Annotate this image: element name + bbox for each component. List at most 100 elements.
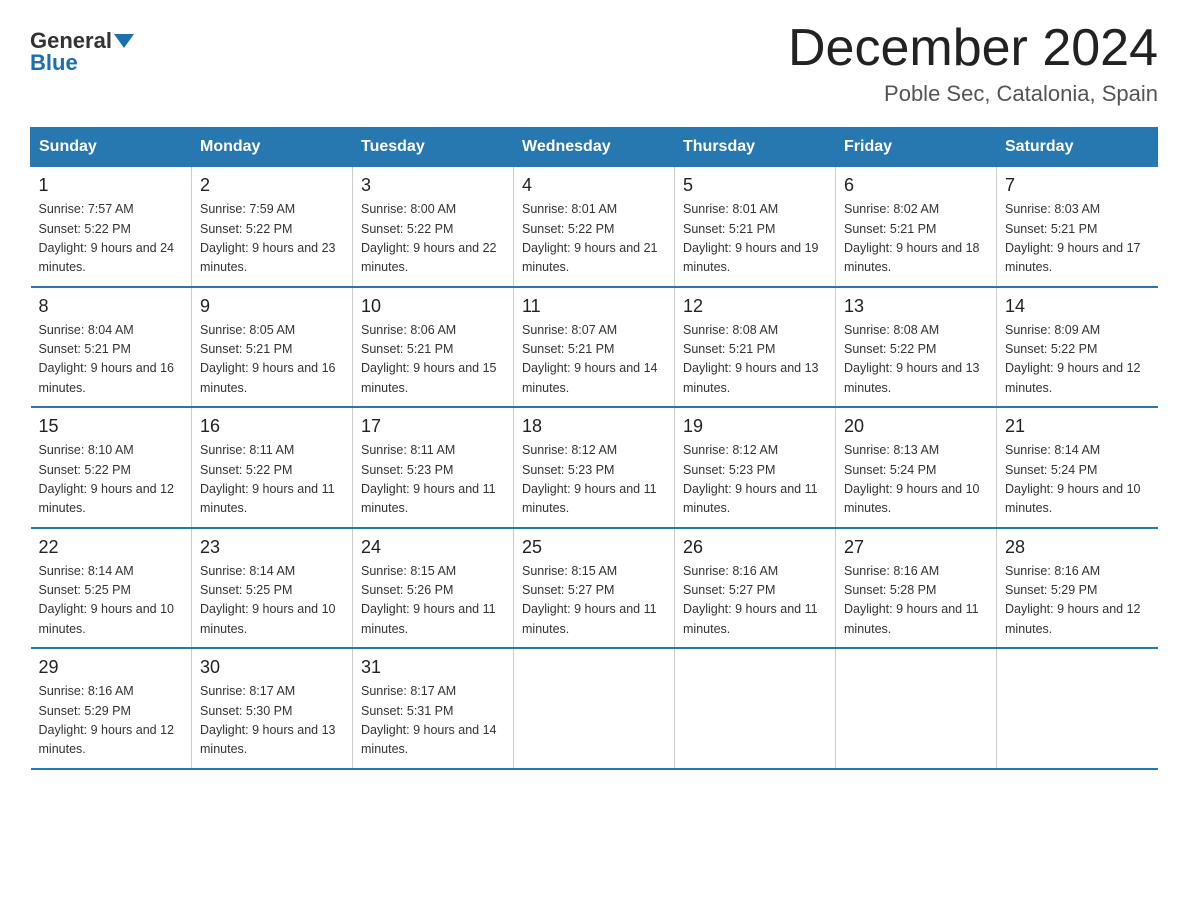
day-number: 8	[39, 296, 184, 317]
calendar-week-row: 15 Sunrise: 8:10 AMSunset: 5:22 PMDaylig…	[31, 407, 1158, 528]
day-info: Sunrise: 8:12 AMSunset: 5:23 PMDaylight:…	[683, 441, 827, 519]
table-row: 24 Sunrise: 8:15 AMSunset: 5:26 PMDaylig…	[353, 528, 514, 649]
month-title: December 2024	[788, 20, 1158, 77]
day-info: Sunrise: 8:16 AMSunset: 5:28 PMDaylight:…	[844, 562, 988, 640]
header: General Blue December 2024 Poble Sec, Ca…	[30, 20, 1158, 107]
table-row: 1 Sunrise: 7:57 AMSunset: 5:22 PMDayligh…	[31, 167, 192, 287]
calendar-table: Sunday Monday Tuesday Wednesday Thursday…	[30, 127, 1158, 770]
logo-general: General	[30, 30, 112, 52]
day-info: Sunrise: 8:15 AMSunset: 5:26 PMDaylight:…	[361, 562, 505, 640]
day-info: Sunrise: 8:14 AMSunset: 5:24 PMDaylight:…	[1005, 441, 1150, 519]
table-row: 7 Sunrise: 8:03 AMSunset: 5:21 PMDayligh…	[997, 167, 1158, 287]
day-info: Sunrise: 8:16 AMSunset: 5:29 PMDaylight:…	[1005, 562, 1150, 640]
day-number: 14	[1005, 296, 1150, 317]
day-info: Sunrise: 8:08 AMSunset: 5:22 PMDaylight:…	[844, 321, 988, 399]
day-info: Sunrise: 8:01 AMSunset: 5:21 PMDaylight:…	[683, 200, 827, 278]
table-row: 27 Sunrise: 8:16 AMSunset: 5:28 PMDaylig…	[836, 528, 997, 649]
day-number: 9	[200, 296, 344, 317]
table-row: 4 Sunrise: 8:01 AMSunset: 5:22 PMDayligh…	[514, 167, 675, 287]
day-number: 10	[361, 296, 505, 317]
table-row: 13 Sunrise: 8:08 AMSunset: 5:22 PMDaylig…	[836, 287, 997, 408]
day-info: Sunrise: 8:06 AMSunset: 5:21 PMDaylight:…	[361, 321, 505, 399]
day-number: 27	[844, 537, 988, 558]
day-info: Sunrise: 8:05 AMSunset: 5:21 PMDaylight:…	[200, 321, 344, 399]
day-info: Sunrise: 8:16 AMSunset: 5:29 PMDaylight:…	[39, 682, 184, 760]
day-number: 12	[683, 296, 827, 317]
day-number: 11	[522, 296, 666, 317]
day-info: Sunrise: 8:02 AMSunset: 5:21 PMDaylight:…	[844, 200, 988, 278]
day-number: 17	[361, 416, 505, 437]
table-row: 28 Sunrise: 8:16 AMSunset: 5:29 PMDaylig…	[997, 528, 1158, 649]
table-row: 31 Sunrise: 8:17 AMSunset: 5:31 PMDaylig…	[353, 648, 514, 769]
table-row	[675, 648, 836, 769]
day-number: 28	[1005, 537, 1150, 558]
col-monday: Monday	[192, 128, 353, 167]
table-row: 26 Sunrise: 8:16 AMSunset: 5:27 PMDaylig…	[675, 528, 836, 649]
calendar-header-row: Sunday Monday Tuesday Wednesday Thursday…	[31, 128, 1158, 167]
day-number: 7	[1005, 175, 1150, 196]
day-number: 23	[200, 537, 344, 558]
day-info: Sunrise: 8:14 AMSunset: 5:25 PMDaylight:…	[200, 562, 344, 640]
calendar-week-row: 8 Sunrise: 8:04 AMSunset: 5:21 PMDayligh…	[31, 287, 1158, 408]
day-info: Sunrise: 8:10 AMSunset: 5:22 PMDaylight:…	[39, 441, 184, 519]
day-number: 20	[844, 416, 988, 437]
logo-blue: Blue	[30, 50, 78, 76]
table-row: 19 Sunrise: 8:12 AMSunset: 5:23 PMDaylig…	[675, 407, 836, 528]
col-tuesday: Tuesday	[353, 128, 514, 167]
table-row: 11 Sunrise: 8:07 AMSunset: 5:21 PMDaylig…	[514, 287, 675, 408]
table-row: 14 Sunrise: 8:09 AMSunset: 5:22 PMDaylig…	[997, 287, 1158, 408]
col-wednesday: Wednesday	[514, 128, 675, 167]
table-row	[997, 648, 1158, 769]
calendar-week-row: 22 Sunrise: 8:14 AMSunset: 5:25 PMDaylig…	[31, 528, 1158, 649]
day-info: Sunrise: 8:00 AMSunset: 5:22 PMDaylight:…	[361, 200, 505, 278]
day-number: 13	[844, 296, 988, 317]
day-info: Sunrise: 8:12 AMSunset: 5:23 PMDaylight:…	[522, 441, 666, 519]
calendar-week-row: 1 Sunrise: 7:57 AMSunset: 5:22 PMDayligh…	[31, 167, 1158, 287]
day-info: Sunrise: 8:14 AMSunset: 5:25 PMDaylight:…	[39, 562, 184, 640]
day-number: 30	[200, 657, 344, 678]
table-row	[514, 648, 675, 769]
table-row: 15 Sunrise: 8:10 AMSunset: 5:22 PMDaylig…	[31, 407, 192, 528]
day-info: Sunrise: 8:17 AMSunset: 5:30 PMDaylight:…	[200, 682, 344, 760]
day-number: 4	[522, 175, 666, 196]
col-friday: Friday	[836, 128, 997, 167]
table-row: 20 Sunrise: 8:13 AMSunset: 5:24 PMDaylig…	[836, 407, 997, 528]
day-number: 25	[522, 537, 666, 558]
table-row: 16 Sunrise: 8:11 AMSunset: 5:22 PMDaylig…	[192, 407, 353, 528]
day-number: 16	[200, 416, 344, 437]
col-thursday: Thursday	[675, 128, 836, 167]
table-row: 8 Sunrise: 8:04 AMSunset: 5:21 PMDayligh…	[31, 287, 192, 408]
day-info: Sunrise: 8:15 AMSunset: 5:27 PMDaylight:…	[522, 562, 666, 640]
day-number: 18	[522, 416, 666, 437]
day-info: Sunrise: 8:03 AMSunset: 5:21 PMDaylight:…	[1005, 200, 1150, 278]
day-number: 31	[361, 657, 505, 678]
day-info: Sunrise: 8:07 AMSunset: 5:21 PMDaylight:…	[522, 321, 666, 399]
table-row: 3 Sunrise: 8:00 AMSunset: 5:22 PMDayligh…	[353, 167, 514, 287]
day-number: 6	[844, 175, 988, 196]
day-info: Sunrise: 8:13 AMSunset: 5:24 PMDaylight:…	[844, 441, 988, 519]
table-row: 9 Sunrise: 8:05 AMSunset: 5:21 PMDayligh…	[192, 287, 353, 408]
day-info: Sunrise: 8:16 AMSunset: 5:27 PMDaylight:…	[683, 562, 827, 640]
day-number: 3	[361, 175, 505, 196]
day-number: 1	[39, 175, 184, 196]
day-info: Sunrise: 8:11 AMSunset: 5:22 PMDaylight:…	[200, 441, 344, 519]
day-number: 19	[683, 416, 827, 437]
day-info: Sunrise: 8:04 AMSunset: 5:21 PMDaylight:…	[39, 321, 184, 399]
table-row: 29 Sunrise: 8:16 AMSunset: 5:29 PMDaylig…	[31, 648, 192, 769]
table-row: 21 Sunrise: 8:14 AMSunset: 5:24 PMDaylig…	[997, 407, 1158, 528]
col-saturday: Saturday	[997, 128, 1158, 167]
table-row: 23 Sunrise: 8:14 AMSunset: 5:25 PMDaylig…	[192, 528, 353, 649]
table-row: 18 Sunrise: 8:12 AMSunset: 5:23 PMDaylig…	[514, 407, 675, 528]
day-number: 21	[1005, 416, 1150, 437]
location-title: Poble Sec, Catalonia, Spain	[788, 81, 1158, 107]
table-row: 25 Sunrise: 8:15 AMSunset: 5:27 PMDaylig…	[514, 528, 675, 649]
day-number: 15	[39, 416, 184, 437]
table-row: 10 Sunrise: 8:06 AMSunset: 5:21 PMDaylig…	[353, 287, 514, 408]
day-number: 29	[39, 657, 184, 678]
day-info: Sunrise: 8:09 AMSunset: 5:22 PMDaylight:…	[1005, 321, 1150, 399]
table-row: 2 Sunrise: 7:59 AMSunset: 5:22 PMDayligh…	[192, 167, 353, 287]
title-area: December 2024 Poble Sec, Catalonia, Spai…	[788, 20, 1158, 107]
day-info: Sunrise: 7:59 AMSunset: 5:22 PMDaylight:…	[200, 200, 344, 278]
day-number: 24	[361, 537, 505, 558]
table-row: 5 Sunrise: 8:01 AMSunset: 5:21 PMDayligh…	[675, 167, 836, 287]
